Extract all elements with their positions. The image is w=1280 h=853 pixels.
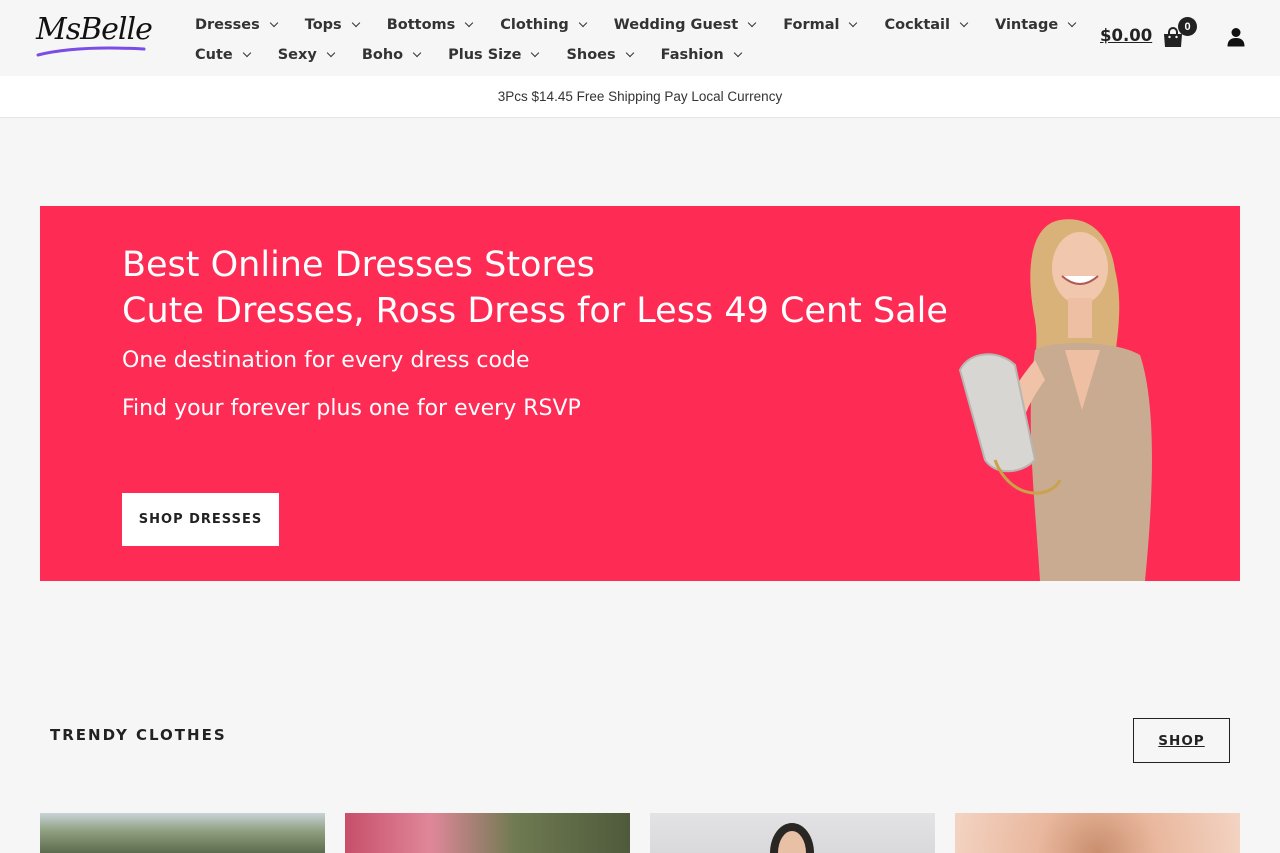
shop-dresses-button[interactable]: SHOP DRESSES bbox=[122, 493, 279, 546]
nav-item-formal[interactable]: Formal bbox=[783, 17, 858, 33]
nav-item-boho[interactable]: Boho bbox=[361, 47, 422, 63]
hero-subtitle-1: One destination for every dress code bbox=[122, 348, 530, 373]
chevron-down-icon bbox=[1067, 18, 1077, 28]
nav-label: Cocktail bbox=[884, 17, 950, 33]
chevron-down-icon bbox=[733, 48, 742, 58]
cart-count-badge: 0 bbox=[1178, 17, 1197, 36]
nav-row-2: Cute Sexy Boho Plus Size Shoes Fashion bbox=[195, 40, 1055, 70]
nav-item-vintage[interactable]: Vintage bbox=[994, 17, 1077, 33]
chevron-down-icon bbox=[269, 18, 278, 28]
hero-banner: Best Online Dresses Stores Cute Dresses,… bbox=[40, 206, 1240, 581]
site-header: MsBelle Dresses Tops Bottoms Clothing We… bbox=[0, 0, 1280, 76]
nav-label: Sexy bbox=[277, 47, 317, 63]
user-icon[interactable] bbox=[1226, 27, 1246, 47]
site-logo[interactable]: MsBelle bbox=[36, 12, 153, 62]
chevron-down-icon bbox=[242, 48, 251, 58]
chevron-down-icon bbox=[465, 18, 474, 28]
hero-subtitle-2: Find your forever plus one for every RSV… bbox=[122, 396, 581, 421]
logo-text: MsBelle bbox=[36, 12, 153, 47]
chevron-down-icon bbox=[959, 18, 969, 28]
nav-item-fashion[interactable]: Fashion bbox=[660, 47, 742, 63]
hero-model-image bbox=[940, 200, 1200, 581]
nav-label: Bottoms bbox=[386, 17, 456, 33]
nav-label: Shoes bbox=[566, 47, 616, 63]
nav-label: Dresses bbox=[195, 17, 260, 33]
nav-row-1: Dresses Tops Bottoms Clothing Wedding Gu… bbox=[195, 10, 1077, 40]
chevron-down-icon bbox=[747, 18, 757, 28]
chevron-down-icon bbox=[849, 18, 858, 28]
product-grid bbox=[40, 813, 1240, 853]
nav-item-cocktail[interactable]: Cocktail bbox=[884, 17, 969, 33]
nav-item-clothing[interactable]: Clothing bbox=[500, 17, 588, 33]
nav-item-cute[interactable]: Cute bbox=[195, 47, 251, 63]
chevron-down-icon bbox=[326, 48, 336, 58]
product-card[interactable] bbox=[955, 813, 1240, 853]
nav-item-sexy[interactable]: Sexy bbox=[277, 47, 336, 63]
nav-label: Cute bbox=[195, 47, 233, 63]
trendy-clothes-title: TRENDY CLOTHES bbox=[50, 726, 227, 744]
announcement-text: 3Pcs $14.45 Free Shipping Pay Local Curr… bbox=[497, 89, 783, 104]
logo-swoosh-icon bbox=[36, 46, 146, 57]
product-card[interactable] bbox=[40, 813, 325, 853]
nav-label: Wedding Guest bbox=[613, 17, 739, 33]
chevron-down-icon bbox=[531, 48, 540, 58]
product-card[interactable] bbox=[650, 813, 935, 853]
nav-label: Fashion bbox=[660, 47, 724, 63]
nav-item-bottoms[interactable]: Bottoms bbox=[386, 17, 474, 33]
product-card[interactable] bbox=[345, 813, 630, 853]
nav-label: Boho bbox=[361, 47, 404, 63]
cart-total[interactable]: $0.00 bbox=[1100, 26, 1152, 45]
nav-label: Formal bbox=[783, 17, 840, 33]
nav-item-shoes[interactable]: Shoes bbox=[566, 47, 634, 63]
hero-title: Best Online Dresses Stores Cute Dresses,… bbox=[122, 242, 948, 334]
announcement-bar: 3Pcs $14.45 Free Shipping Pay Local Curr… bbox=[0, 76, 1280, 118]
shop-button[interactable]: SHOP bbox=[1133, 718, 1230, 763]
nav-label: Vintage bbox=[994, 17, 1059, 33]
nav-item-plus-size[interactable]: Plus Size bbox=[448, 47, 540, 63]
main-nav: Dresses Tops Bottoms Clothing Wedding Gu… bbox=[195, 10, 1077, 70]
nav-label: Tops bbox=[304, 17, 342, 33]
chevron-down-icon bbox=[625, 48, 634, 58]
chevron-down-icon bbox=[351, 18, 360, 28]
chevron-down-icon bbox=[412, 48, 422, 58]
nav-item-tops[interactable]: Tops bbox=[304, 17, 360, 33]
nav-item-wedding-guest[interactable]: Wedding Guest bbox=[613, 17, 757, 33]
nav-label: Clothing bbox=[500, 17, 569, 33]
hero-title-line-2: Cute Dresses, Ross Dress for Less 49 Cen… bbox=[122, 291, 948, 331]
nav-label: Plus Size bbox=[448, 47, 522, 63]
chevron-down-icon bbox=[578, 18, 588, 28]
nav-item-dresses[interactable]: Dresses bbox=[195, 17, 278, 33]
hero-title-line-1: Best Online Dresses Stores bbox=[122, 245, 595, 285]
